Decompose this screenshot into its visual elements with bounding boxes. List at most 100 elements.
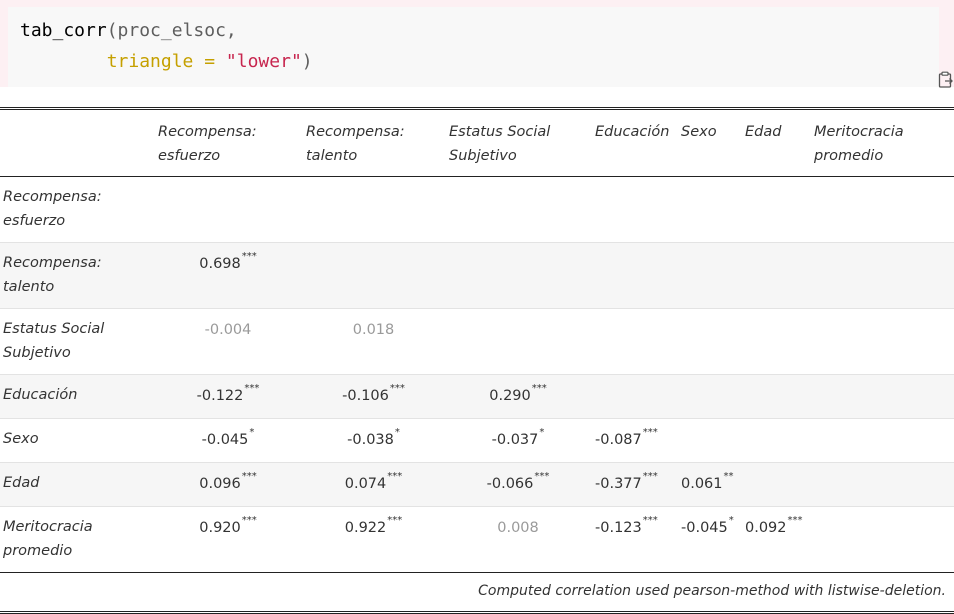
code-close-paren: ) [301, 51, 313, 72]
empty-cell [810, 243, 954, 309]
empty-cell [810, 419, 954, 463]
significance-stars: *** [244, 383, 260, 394]
significance-stars: *** [241, 251, 257, 262]
correlation-value: -0.037 [491, 432, 539, 448]
empty-cell [591, 375, 677, 419]
table-footer: Computed correlation used pearson-method… [0, 572, 954, 613]
significance-stars: *** [387, 515, 403, 526]
table-row: Educación -0.122*** -0.106*** 0.290*** [0, 374, 954, 419]
table-body: Recompensa: esfuerzo Recompensa: talento 0… [0, 177, 954, 573]
table-row: Recompensa: talento 0.698*** [0, 242, 954, 309]
empty-cell [302, 177, 445, 243]
correlation-cell: -0.066*** [445, 463, 591, 507]
correlation-cell: -0.123*** [591, 507, 677, 573]
column-header: Estatus Social Subjetivo [449, 124, 551, 164]
significance-stars: * [249, 427, 255, 438]
correlation-cell: 0.074*** [302, 463, 445, 507]
code-param-name: triangle [106, 51, 194, 72]
empty-cell [677, 243, 741, 309]
code-function-name: tab_corr [20, 20, 107, 41]
row-label: Estatus Social Subjetivo [3, 321, 105, 361]
table-row: Sexo -0.045* -0.038* -0.037* -0.087*** [0, 418, 954, 463]
correlation-value: 0.074 [344, 476, 387, 492]
empty-cell [810, 375, 954, 419]
correlation-cell: 0.922*** [302, 507, 445, 573]
correlation-cell: -0.045* [154, 419, 302, 463]
significance-stars: *** [389, 383, 405, 394]
empty-cell [154, 177, 302, 243]
correlation-cell: -0.122*** [154, 375, 302, 419]
empty-cell [810, 309, 954, 375]
empty-cell [810, 463, 954, 507]
correlation-value: -0.377 [595, 476, 642, 492]
correlation-cell: 0.290*** [445, 375, 591, 419]
column-header: Meritocracia promedio [814, 124, 904, 164]
empty-cell [741, 419, 810, 463]
empty-cell [677, 309, 741, 375]
correlation-cell: -0.038* [302, 419, 445, 463]
correlation-cell: -0.106*** [302, 375, 445, 419]
correlation-table: Recompensa: esfuerzo Recompensa: talento E… [0, 107, 954, 614]
correlation-value: 0.092 [745, 520, 787, 536]
empty-cell [445, 177, 591, 243]
correlation-value: -0.045 [201, 432, 249, 448]
correlation-value: -0.066 [486, 476, 534, 492]
row-label: Recompensa: talento [3, 255, 102, 295]
code-string-value: "lower" [225, 51, 302, 72]
significance-stars: * [539, 427, 545, 438]
correlation-value: 0.290 [489, 388, 531, 404]
correlation-value: 0.018 [352, 322, 395, 338]
empty-cell [302, 243, 445, 309]
significance-stars: *** [642, 471, 658, 482]
significance-stars: *** [642, 515, 658, 526]
correlation-cell: 0.092*** [741, 507, 810, 573]
empty-cell [741, 243, 810, 309]
correlation-cell: 0.018 [302, 309, 445, 375]
correlation-value: -0.045 [681, 520, 728, 536]
empty-cell [677, 419, 741, 463]
correlation-value: -0.106 [342, 388, 389, 404]
correlation-cell: 0.008 [445, 507, 591, 573]
column-header: Educación [595, 124, 670, 140]
empty-cell [741, 177, 810, 243]
correlation-cell: 0.061** [677, 463, 741, 507]
correlation-cell: -0.087*** [591, 419, 677, 463]
empty-cell [741, 375, 810, 419]
significance-stars: *** [642, 427, 658, 438]
column-header: Sexo [681, 124, 717, 140]
column-header: Edad [745, 124, 782, 140]
correlation-value: -0.038 [347, 432, 394, 448]
significance-stars: *** [387, 471, 403, 482]
correlation-value: 0.008 [497, 520, 539, 536]
empty-cell [741, 463, 810, 507]
correlation-value: -0.122 [196, 388, 244, 404]
significance-stars: *** [787, 515, 803, 526]
code-chunk: tab_corr(proc_elsoc, triangle = "lower") [0, 0, 954, 88]
code-text: tab_corr(proc_elsoc, triangle = "lower") [8, 7, 939, 77]
correlation-cell: -0.045* [677, 507, 741, 573]
correlation-cell: 0.698*** [154, 243, 302, 309]
empty-cell [591, 309, 677, 375]
table-footnote: Computed correlation used pearson-method… [478, 583, 946, 599]
row-label: Educación [3, 387, 78, 403]
empty-cell [810, 507, 954, 573]
significance-stars: ** [723, 471, 734, 482]
correlation-cell: 0.096*** [154, 463, 302, 507]
significance-stars: *** [241, 515, 257, 526]
correlation-value: 0.096 [199, 476, 241, 492]
correlation-cell: -0.377*** [591, 463, 677, 507]
row-label: Meritocracia promedio [3, 519, 93, 559]
correlation-value: 0.922 [344, 520, 387, 536]
column-header: Recompensa: esfuerzo [158, 124, 257, 164]
empty-cell [810, 177, 954, 243]
row-label: Edad [3, 475, 40, 491]
empty-cell [741, 309, 810, 375]
empty-cell [677, 375, 741, 419]
empty-cell [445, 309, 591, 375]
correlation-value: 0.061 [681, 476, 723, 492]
correlation-value: 0.920 [199, 520, 241, 536]
clipboard-copy-icon[interactable] [937, 71, 954, 88]
header-row: Recompensa: esfuerzo Recompensa: talento E… [0, 108, 954, 177]
correlation-value: -0.087 [595, 432, 642, 448]
